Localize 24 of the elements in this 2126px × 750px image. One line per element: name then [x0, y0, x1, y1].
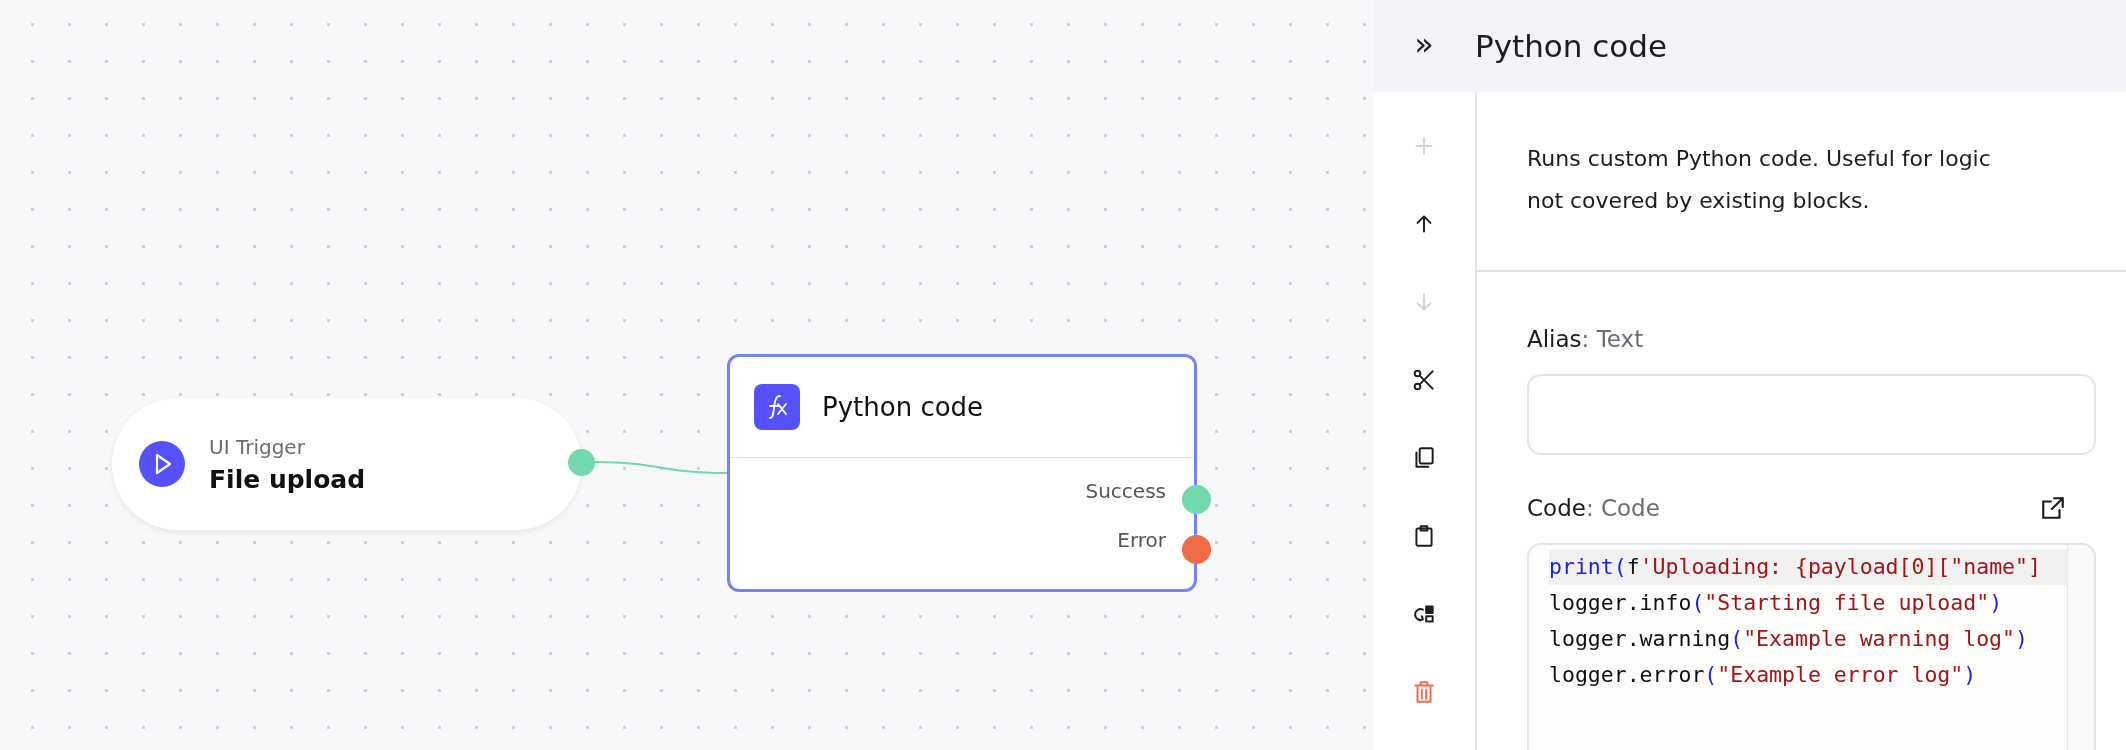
code-line: logger.warning("Example warning log") [1549, 625, 2029, 653]
scissors-icon[interactable] [1411, 367, 1437, 393]
panel-title: Python code [1475, 28, 1668, 64]
collapse-button[interactable]: » [1373, 25, 1475, 67]
node-title: File upload [209, 464, 366, 494]
code-line: logger.error("Example error log") [1549, 661, 1978, 689]
trash-icon[interactable] [1411, 679, 1437, 705]
field-label: Alias: Text [1527, 326, 1644, 352]
output-label: Error [1117, 527, 1166, 552]
play-icon [139, 441, 185, 487]
output-port[interactable] [568, 449, 595, 476]
external-link-icon[interactable] [2040, 495, 2066, 521]
output-label: Success [1085, 478, 1166, 503]
alias-field[interactable] [1527, 374, 2096, 455]
node-type: UI Trigger [209, 434, 306, 459]
node-title: Python code [822, 392, 984, 422]
function-icon [754, 384, 800, 430]
code-line: logger.info("Starting file upload") [1549, 589, 2004, 617]
code-editor[interactable]: print(f'Uploading: {payload[0]["name"] logger.info("Starting file upload") logger.warning("Example warning log") logger.error("Example error log") [1527, 543, 2096, 750]
trigger-node[interactable]: UI Trigger File upload [112, 398, 582, 530]
code-node[interactable]: Python code Success Error [727, 354, 1197, 592]
field-label: Code: Code [1527, 495, 1660, 521]
scrollbar[interactable] [2067, 545, 2094, 750]
block-description: Runs custom Python code. Useful for logic not covered by existing blocks. [1477, 92, 2126, 272]
